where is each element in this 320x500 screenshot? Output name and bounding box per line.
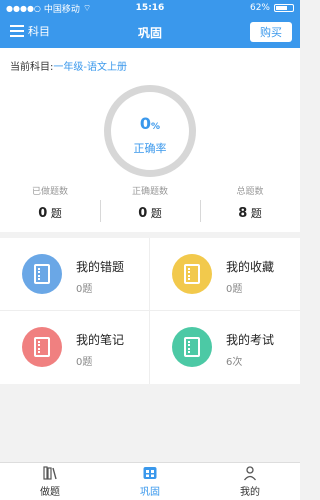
card-count: 0题 [76, 357, 93, 368]
error-book-icon [22, 254, 62, 294]
tab-practice[interactable]: 做题 [0, 463, 100, 500]
card-exams[interactable]: 我的考试 6次 [150, 311, 300, 384]
stat-value: 0 题 [138, 206, 162, 221]
card-wrong-questions[interactable]: 我的错题 0题 [0, 238, 150, 311]
stat-value: 0 题 [38, 206, 62, 221]
stats-row: 已做题数 0 题 正确题数 0 题 总题数 8 题 [0, 184, 300, 224]
clock: 15:16 [135, 3, 165, 13]
nav-bar: 科目 巩固 购买 [0, 16, 300, 48]
card-count: 0题 [226, 284, 243, 295]
exam-icon [172, 327, 212, 367]
feature-grid: 我的错题 0题 我的收藏 0题 我的笔记 0题 我的考试 6次 [0, 238, 300, 384]
user-icon [243, 466, 257, 481]
books-icon [43, 466, 57, 480]
battery-icon [274, 4, 294, 12]
wifi-icon: ⌔ [82, 3, 92, 14]
signal-icon: ●●●●○ [6, 3, 41, 13]
current-subject-value[interactable]: 一年级-语文上册 [53, 62, 127, 73]
card-count: 6次 [226, 357, 243, 368]
stat-title: 已做题数 [31, 187, 68, 197]
accuracy-value: 0% [139, 114, 161, 133]
carrier-label: 中国移动 [43, 4, 80, 15]
tab-mine[interactable]: 我的 [200, 463, 300, 500]
note-book-icon [22, 327, 62, 367]
card-title: 我的收藏 [226, 260, 275, 274]
battery-percent: 62% [249, 3, 270, 13]
card-count: 0题 [76, 284, 93, 295]
current-subject-prefix: 当前科目: [10, 62, 54, 73]
card-favorites[interactable]: 我的收藏 0题 [150, 238, 300, 311]
tab-label: 我的 [240, 487, 260, 498]
card-title: 我的笔记 [76, 333, 125, 347]
card-title: 我的考试 [226, 333, 275, 347]
tab-label: 巩固 [140, 487, 160, 498]
tab-bar: 做题 巩固 我的 [0, 462, 300, 500]
accuracy-ring: 0% 正确率 [104, 85, 196, 177]
card-title: 我的错题 [76, 260, 125, 274]
stat-correct: 正确题数 0 题 [100, 184, 200, 224]
tab-consolidate[interactable]: 巩固 [100, 463, 200, 500]
buy-button[interactable]: 购买 [250, 22, 292, 42]
stat-done: 已做题数 0 题 [0, 184, 100, 224]
accuracy-label: 正确率 [133, 142, 167, 155]
favorite-book-icon [172, 254, 212, 294]
tab-label: 做题 [40, 487, 60, 498]
current-subject: 当前科目:一年级-语文上册 [10, 58, 127, 73]
stat-total: 总题数 8 题 [200, 184, 300, 224]
stat-title: 总题数 [236, 187, 264, 197]
battery-fill [276, 6, 288, 10]
stat-title: 正确题数 [131, 187, 168, 197]
status-bar: ●●●●○ 中国移动 ⌔ 15:16 62% [0, 0, 300, 16]
stat-value: 8 题 [238, 206, 262, 221]
consolidate-icon [143, 467, 157, 479]
card-notes[interactable]: 我的笔记 0题 [0, 311, 150, 384]
summary-panel: 当前科目:一年级-语文上册 0% 正确率 已做题数 0 题 正确题数 0 题 总… [0, 48, 300, 232]
